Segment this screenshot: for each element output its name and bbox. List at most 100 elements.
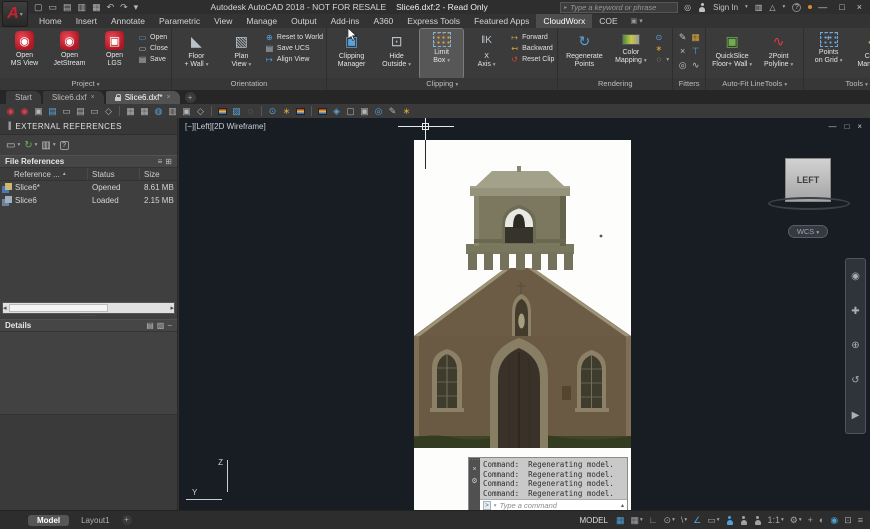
- viewport-controls-label[interactable]: [−][Left][2D Wireframe]: [185, 122, 266, 131]
- hide-outside-button[interactable]: ⊡ Hide Outside ▾: [375, 29, 418, 78]
- tab-annotate[interactable]: Annotate: [104, 14, 152, 28]
- image-export-icon[interactable]: ▨: [231, 106, 242, 117]
- tab-addins[interactable]: Add-ins: [324, 14, 367, 28]
- showmotion-icon[interactable]: ▶: [852, 410, 860, 421]
- colormap-icon[interactable]: [295, 106, 306, 117]
- fit-wave-icon[interactable]: ∿: [689, 60, 702, 74]
- tree-view-icon[interactable]: ⊞: [165, 157, 172, 166]
- tab-start[interactable]: Start: [6, 91, 41, 104]
- x-axis-button[interactable]: ‖K X Axis ▾: [465, 29, 508, 78]
- fit-x-icon[interactable]: ×: [676, 46, 689, 60]
- reset-clip-button[interactable]: ↺ Reset Clip: [510, 55, 554, 64]
- group-title-clipping[interactable]: Clipping ▾: [327, 78, 557, 90]
- save-view-icon[interactable]: ▤: [47, 106, 58, 117]
- save-file-icon[interactable]: ▤: [75, 106, 86, 117]
- color-mapping-button[interactable]: Color Mapping ▾: [609, 29, 652, 78]
- clip-box2-icon[interactable]: ▣: [359, 106, 370, 117]
- project-open-button[interactable]: ▭ Open: [138, 33, 168, 42]
- customization-menu-button[interactable]: ≡: [858, 515, 863, 525]
- scrollbar-thumb[interactable]: [9, 304, 108, 312]
- tab-slice6-dxf-active[interactable]: Slice6.dxf* ×: [106, 91, 180, 104]
- render-option-3-button[interactable]: ◌ ▾: [654, 55, 669, 64]
- details-save-icon[interactable]: ▤: [146, 321, 154, 330]
- vp-restore-button[interactable]: □: [844, 122, 849, 131]
- saveas-icon[interactable]: ▥: [78, 2, 87, 12]
- sketch-icon[interactable]: ✎: [387, 106, 398, 117]
- details-collapse-icon[interactable]: −: [167, 321, 172, 330]
- clip-backward-button[interactable]: ↤ Backward: [510, 44, 554, 53]
- tab-insert[interactable]: Insert: [69, 14, 104, 28]
- open-msview-icon[interactable]: ◉: [5, 106, 16, 117]
- regenerate-points-button[interactable]: ↻ RegeneratePoints: [561, 29, 607, 78]
- annotation-scale-person-icon[interactable]: [754, 516, 762, 525]
- command-grip[interactable]: ···· × ⚙: [469, 458, 480, 510]
- regen-points-icon[interactable]: ⊙: [267, 106, 278, 117]
- undo-icon[interactable]: ↶: [107, 2, 115, 12]
- xref-row-slice6-current[interactable]: Slice6* Opened 8.61 MB: [0, 181, 177, 194]
- ucs-view-icon[interactable]: ◇: [103, 106, 114, 117]
- sign-in-button[interactable]: Sign In: [713, 3, 738, 12]
- refresh-button[interactable]: ↻ ▾: [24, 140, 37, 151]
- snap-mode-toggle[interactable]: ▦▾: [630, 515, 642, 526]
- flash-icon[interactable]: ∗: [401, 106, 412, 117]
- clip-box-icon[interactable]: ▢: [345, 106, 356, 117]
- xref-help-button[interactable]: ?: [60, 141, 69, 150]
- colorbar-icon[interactable]: [217, 106, 228, 117]
- clip-forward-button[interactable]: ↦ Forward: [510, 33, 554, 42]
- tab-cloudworx[interactable]: CloudWorx: [536, 14, 592, 28]
- floor-wall-button[interactable]: ◣ Floor + Wall ▾: [175, 29, 218, 78]
- annotation-visibility-toggle[interactable]: [726, 516, 734, 525]
- copy-view-icon[interactable]: ▣: [33, 106, 44, 117]
- command-input[interactable]: > ▾ Type a command ▴: [480, 499, 627, 510]
- render-option-2-button[interactable]: ∗: [654, 44, 669, 53]
- points-on-grid-button[interactable]: Points on Grid ▾: [807, 29, 850, 78]
- object-snap-toggle[interactable]: \▾: [681, 515, 687, 525]
- open-jetstream-button[interactable]: ◉ OpenJetStream: [48, 29, 91, 78]
- model-viewport[interactable]: [−][Left][2D Wireframe] — □ ×: [179, 118, 870, 510]
- close-tab-icon[interactable]: ×: [91, 94, 95, 101]
- annotation-scale-dropdown[interactable]: 1:1▾: [768, 515, 784, 525]
- probe-icon[interactable]: ◎: [373, 106, 384, 117]
- fit-circle-icon[interactable]: ◎: [676, 60, 689, 74]
- annotation-autoscale-toggle[interactable]: [740, 516, 748, 525]
- quickslice-button[interactable]: ▣ QuickSlice Floor+ Wall ▾: [709, 29, 755, 78]
- new-tab-button[interactable]: +: [185, 92, 196, 103]
- vp-minimize-button[interactable]: —: [828, 122, 836, 131]
- workspace-settings-gear[interactable]: ⚙▾: [790, 515, 802, 526]
- pointcloud-snap-icon[interactable]: ▣: [181, 106, 192, 117]
- tab-a360[interactable]: A360: [366, 14, 400, 28]
- xref-row-slice6[interactable]: Slice6 Loaded 2.15 MB: [0, 194, 177, 207]
- share-dropdown-icon[interactable]: ▾: [783, 4, 786, 10]
- list-view-icon[interactable]: ≡: [158, 157, 163, 166]
- viewcube-compass-ring[interactable]: [768, 197, 850, 210]
- open-file-icon[interactable]: ▭: [61, 106, 72, 117]
- minimize-button[interactable]: —: [818, 2, 827, 12]
- tab-express-tools[interactable]: Express Tools: [400, 14, 467, 28]
- open-icon[interactable]: ▭: [49, 2, 58, 12]
- tab-output[interactable]: Output: [284, 14, 324, 28]
- tab-slice6-dxf[interactable]: Slice6.dxf ×: [43, 91, 104, 104]
- plan-view-button[interactable]: ▧ Plan View ▾: [220, 29, 263, 78]
- group-title-project[interactable]: Project ▾: [0, 78, 171, 90]
- viewcube-face[interactable]: LEFT: [785, 158, 831, 202]
- orbit-icon[interactable]: ↺: [851, 375, 859, 386]
- pointcloud-fit-icon[interactable]: ◇: [195, 106, 206, 117]
- column-status[interactable]: Status: [88, 168, 140, 180]
- reset-to-world-button[interactable]: ⊕ Reset to World: [265, 33, 323, 42]
- isolate-objects-toggle[interactable]: ◐: [819, 515, 824, 525]
- save-icon[interactable]: ▤: [63, 2, 72, 12]
- 2point-polyline-button[interactable]: ∿ 2Point Polyline ▾: [757, 29, 800, 78]
- import-icon[interactable]: ▭: [89, 106, 100, 117]
- close-button[interactable]: ×: [857, 2, 862, 12]
- help-icon[interactable]: ?: [792, 3, 801, 12]
- plot-icon[interactable]: ▦: [92, 2, 101, 12]
- wcs-dropdown[interactable]: WCS ▾: [788, 225, 828, 238]
- scroll-left-icon[interactable]: ◂: [3, 304, 7, 312]
- grid-display-toggle[interactable]: ▦: [616, 515, 625, 526]
- vp-close-button[interactable]: ×: [857, 122, 862, 131]
- customize-wrench-icon[interactable]: ⚙: [471, 477, 477, 485]
- application-menu-button[interactable]: A ▾: [2, 1, 28, 27]
- maximize-button[interactable]: □: [839, 2, 844, 12]
- command-line-window[interactable]: ···· × ⚙ Command: Regenerating model.Com…: [469, 458, 627, 510]
- lineweight-toggle[interactable]: ▭▾: [707, 515, 719, 526]
